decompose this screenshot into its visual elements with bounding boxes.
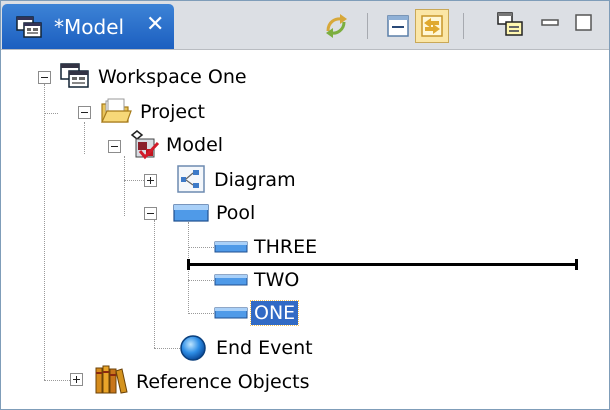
- tree-node-lane-one[interactable]: ONE: [249, 300, 300, 326]
- collapse-all-icon[interactable]: [387, 15, 409, 37]
- tree-guide-line: [44, 113, 58, 114]
- toolbar-separator: [367, 13, 368, 39]
- tree-node-lane-two[interactable]: TWO: [254, 268, 299, 292]
- tree-node-project[interactable]: Project: [140, 100, 205, 124]
- tree-node-workspace[interactable]: Workspace One: [98, 65, 247, 89]
- drop-insertion-cap: [187, 259, 190, 270]
- collapse-toggle-icon[interactable]: [144, 207, 157, 220]
- lane-icon: [214, 241, 248, 253]
- tree-guide-line: [154, 348, 180, 349]
- expand-toggle-icon[interactable]: [144, 174, 157, 187]
- close-icon[interactable]: ✕: [146, 13, 164, 37]
- model-icon: [130, 130, 160, 160]
- toolbar-separator: [463, 13, 464, 39]
- model-view: *Model ✕ Workspace One Project Model Dia…: [0, 0, 610, 410]
- minimize-icon[interactable]: [541, 15, 559, 31]
- tree-node-lane-three[interactable]: THREE: [254, 235, 317, 259]
- expand-toggle-icon[interactable]: [70, 373, 83, 386]
- tree-guide-line: [188, 280, 214, 281]
- tree-node-pool[interactable]: Pool: [216, 201, 255, 225]
- collapse-toggle-icon[interactable]: [108, 140, 121, 153]
- view-menu-icon[interactable]: [497, 12, 525, 38]
- link-with-editor-icon: [421, 15, 443, 37]
- collapse-toggle-icon[interactable]: [78, 106, 91, 119]
- tree-guide-line: [154, 220, 155, 348]
- workspace-icon: [60, 63, 89, 88]
- link-with-editor-button[interactable]: [415, 9, 449, 43]
- tree-node-reference-objects[interactable]: Reference Objects: [136, 370, 310, 394]
- drop-insertion-line: [188, 263, 578, 266]
- tree-guide-line: [44, 84, 45, 380]
- tab-title: *Model: [54, 15, 125, 39]
- workspace-icon: [16, 16, 42, 38]
- tree-node-end-event[interactable]: End Event: [216, 336, 313, 360]
- tree-guide-line: [124, 180, 144, 181]
- tree-guide-line: [188, 313, 214, 314]
- tree-guide-line: [84, 122, 85, 154]
- collapse-toggle-icon[interactable]: [38, 71, 51, 84]
- lane-icon: [214, 307, 248, 319]
- model-tree: Workspace One Project Model Diagram Pool…: [1, 50, 609, 409]
- tree-node-diagram[interactable]: Diagram: [214, 168, 296, 192]
- folder-open-icon: [101, 98, 132, 123]
- sync-arrows-icon[interactable]: [322, 13, 350, 39]
- drop-insertion-cap: [575, 259, 578, 270]
- diagram-icon: [177, 165, 205, 193]
- pool-icon: [173, 204, 209, 222]
- view-title-bar: *Model ✕: [1, 1, 609, 50]
- end-event-icon: [180, 335, 206, 361]
- tree-node-model[interactable]: Model: [166, 133, 223, 157]
- maximize-icon[interactable]: [575, 14, 593, 32]
- tree-guide-line: [188, 247, 214, 248]
- tree-guide-line: [124, 156, 125, 216]
- books-icon: [95, 365, 128, 394]
- lane-icon: [214, 274, 248, 286]
- tab-model[interactable]: *Model ✕: [2, 4, 174, 49]
